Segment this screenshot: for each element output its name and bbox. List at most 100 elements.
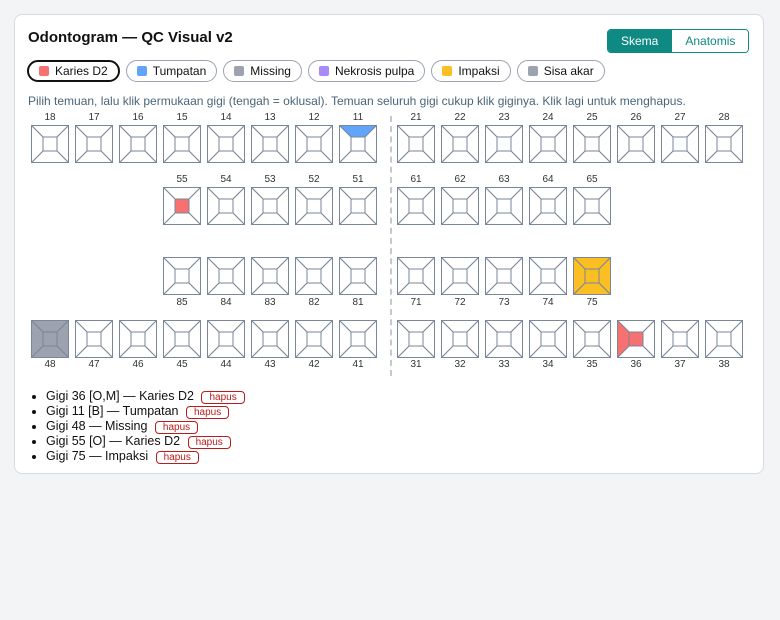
surface-o[interactable]	[452, 331, 468, 347]
tooth-35[interactable]	[573, 320, 611, 358]
tooth-73[interactable]	[485, 257, 523, 295]
view-mode-schema-button[interactable]: Skema	[608, 30, 672, 52]
tooth-24[interactable]	[529, 125, 567, 163]
surface-o[interactable]	[174, 198, 190, 214]
tooth-72[interactable]	[441, 257, 479, 295]
surface-o[interactable]	[130, 136, 146, 152]
surface-o[interactable]	[218, 136, 234, 152]
view-mode-anatomy-button[interactable]: Anatomis	[671, 30, 749, 52]
surface-o[interactable]	[130, 331, 146, 347]
tooth-25[interactable]	[573, 125, 611, 163]
tooth-38[interactable]	[705, 320, 743, 358]
surface-o[interactable]	[716, 136, 732, 152]
tooth-63[interactable]	[485, 187, 523, 225]
surface-o[interactable]	[350, 268, 366, 284]
tooth-81[interactable]	[339, 257, 377, 295]
tooth-23[interactable]	[485, 125, 523, 163]
surface-o[interactable]	[86, 136, 102, 152]
tooth-42[interactable]	[295, 320, 333, 358]
tooth-44[interactable]	[207, 320, 245, 358]
tooth-22[interactable]	[441, 125, 479, 163]
surface-o[interactable]	[628, 136, 644, 152]
tooth-45[interactable]	[163, 320, 201, 358]
surface-o[interactable]	[540, 198, 556, 214]
tooth-37[interactable]	[661, 320, 699, 358]
tooth-13[interactable]	[251, 125, 289, 163]
surface-o[interactable]	[218, 198, 234, 214]
tooth-15[interactable]	[163, 125, 201, 163]
tooth-11[interactable]	[339, 125, 377, 163]
surface-o[interactable]	[584, 198, 600, 214]
surface-o[interactable]	[584, 136, 600, 152]
tooth-36[interactable]	[617, 320, 655, 358]
surface-o[interactable]	[42, 331, 58, 347]
delete-finding-button[interactable]: hapus	[154, 421, 199, 434]
surface-o[interactable]	[350, 331, 366, 347]
surface-o[interactable]	[306, 198, 322, 214]
surface-o[interactable]	[350, 198, 366, 214]
tooth-71[interactable]	[397, 257, 435, 295]
tooth-75[interactable]	[573, 257, 611, 295]
tooth-31[interactable]	[397, 320, 435, 358]
surface-o[interactable]	[584, 331, 600, 347]
chip-sisa-akar[interactable]: Sisa akar	[516, 60, 605, 82]
surface-o[interactable]	[218, 268, 234, 284]
surface-o[interactable]	[540, 331, 556, 347]
surface-o[interactable]	[262, 268, 278, 284]
tooth-26[interactable]	[617, 125, 655, 163]
surface-o[interactable]	[262, 198, 278, 214]
tooth-64[interactable]	[529, 187, 567, 225]
surface-o[interactable]	[452, 268, 468, 284]
surface-o[interactable]	[672, 136, 688, 152]
tooth-46[interactable]	[119, 320, 157, 358]
surface-o[interactable]	[306, 331, 322, 347]
tooth-53[interactable]	[251, 187, 289, 225]
surface-o[interactable]	[496, 136, 512, 152]
surface-o[interactable]	[306, 136, 322, 152]
surface-o[interactable]	[262, 136, 278, 152]
tooth-47[interactable]	[75, 320, 113, 358]
chip-karies-d2[interactable]: Karies D2	[27, 60, 120, 82]
tooth-18[interactable]	[31, 125, 69, 163]
surface-o[interactable]	[218, 331, 234, 347]
surface-o[interactable]	[540, 136, 556, 152]
tooth-65[interactable]	[573, 187, 611, 225]
surface-o[interactable]	[408, 268, 424, 284]
surface-o[interactable]	[408, 331, 424, 347]
chip-impaksi[interactable]: Impaksi	[431, 60, 511, 82]
tooth-17[interactable]	[75, 125, 113, 163]
surface-o[interactable]	[716, 331, 732, 347]
tooth-82[interactable]	[295, 257, 333, 295]
surface-o[interactable]	[86, 331, 102, 347]
tooth-48[interactable]	[31, 320, 69, 358]
tooth-34[interactable]	[529, 320, 567, 358]
surface-o[interactable]	[584, 268, 600, 284]
tooth-16[interactable]	[119, 125, 157, 163]
surface-o[interactable]	[408, 136, 424, 152]
surface-o[interactable]	[174, 268, 190, 284]
chip-nekrosis-pulpa[interactable]: Nekrosis pulpa	[307, 60, 426, 82]
surface-o[interactable]	[262, 331, 278, 347]
tooth-43[interactable]	[251, 320, 289, 358]
surface-o[interactable]	[452, 198, 468, 214]
tooth-41[interactable]	[339, 320, 377, 358]
tooth-54[interactable]	[207, 187, 245, 225]
surface-o[interactable]	[628, 331, 644, 347]
tooth-74[interactable]	[529, 257, 567, 295]
tooth-51[interactable]	[339, 187, 377, 225]
chip-tumpatan[interactable]: Tumpatan	[125, 60, 218, 82]
surface-o[interactable]	[174, 331, 190, 347]
surface-o[interactable]	[496, 268, 512, 284]
tooth-21[interactable]	[397, 125, 435, 163]
surface-o[interactable]	[408, 198, 424, 214]
tooth-52[interactable]	[295, 187, 333, 225]
delete-finding-button[interactable]: hapus	[155, 451, 199, 464]
surface-o[interactable]	[452, 136, 468, 152]
tooth-14[interactable]	[207, 125, 245, 163]
tooth-61[interactable]	[397, 187, 435, 225]
tooth-32[interactable]	[441, 320, 479, 358]
surface-o[interactable]	[672, 331, 688, 347]
tooth-33[interactable]	[485, 320, 523, 358]
surface-o[interactable]	[496, 198, 512, 214]
tooth-83[interactable]	[251, 257, 289, 295]
